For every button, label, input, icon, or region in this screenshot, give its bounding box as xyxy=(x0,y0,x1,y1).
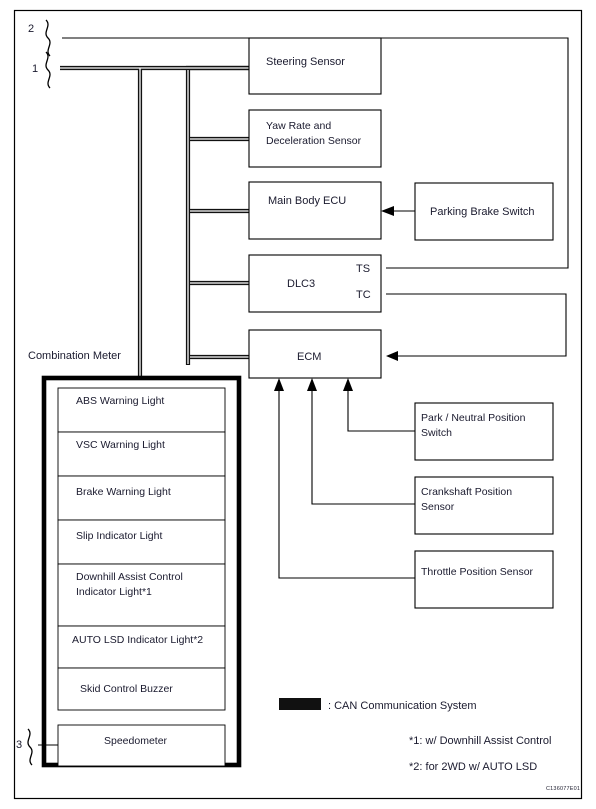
label-speedometer: Speedometer xyxy=(104,735,168,747)
label-downhill-assist-line2: Indicator Light*1 xyxy=(76,586,152,598)
box-throttle-position-sensor[interactable] xyxy=(414,550,554,609)
arrowhead-crankshaft xyxy=(307,378,317,391)
signal-line-park-neutral xyxy=(347,390,415,432)
ref-number-3: 3 xyxy=(16,739,22,751)
arrowhead-throttle xyxy=(274,378,284,391)
arrowhead-park-neutral xyxy=(343,378,353,391)
box-main-body-ecu[interactable] xyxy=(248,181,382,240)
diagram-canvas: 2 1 3 Steering Sensor Yaw Rate and Decel… xyxy=(13,9,583,800)
label-abs-warning-light: ABS Warning Light xyxy=(76,395,164,407)
legend-note-1: *1: w/ Downhill Assist Control xyxy=(409,735,551,747)
label-auto-lsd-light: AUTO LSD Indicator Light*2 xyxy=(72,634,203,646)
terminal-ts: TS xyxy=(356,263,370,275)
legend-can-swatch xyxy=(279,698,321,710)
signal-line-crankshaft xyxy=(311,390,415,505)
terminal-tc: TC xyxy=(356,289,371,301)
label-throttle-position-sensor: Throttle Position Sensor xyxy=(421,566,534,578)
label-main-body-ecu: Main Body ECU xyxy=(268,195,346,207)
label-dlc3: DLC3 xyxy=(287,278,315,290)
label-downhill-assist-line1: Downhill Assist Control xyxy=(76,571,183,583)
label-vsc-warning-light: VSC Warning Light xyxy=(76,439,165,451)
ref-number-1: 1 xyxy=(32,63,38,75)
legend-can-label: : CAN Communication System xyxy=(328,700,477,712)
signal-line-throttle xyxy=(278,390,415,579)
label-parking-brake-switch: Parking Brake Switch xyxy=(430,206,535,218)
break-symbol-2 xyxy=(45,19,51,57)
legend-note-2: *2: for 2WD w/ AUTO LSD xyxy=(409,761,537,773)
break-symbols xyxy=(27,19,51,766)
label-skid-control-buzzer: Skid Control Buzzer xyxy=(80,683,173,695)
combination-meter-caption: Combination Meter xyxy=(28,350,121,362)
cell-brake-warning-light[interactable] xyxy=(57,475,226,521)
break-symbol-3 xyxy=(27,728,33,766)
label-brake-warning-light: Brake Warning Light xyxy=(76,486,171,498)
cell-slip-indicator-light[interactable] xyxy=(57,519,226,565)
break-symbol-1 xyxy=(45,51,51,89)
label-yaw-rate-sensor-line2: Deceleration Sensor xyxy=(266,135,362,147)
signal-line-tc xyxy=(386,293,567,357)
label-yaw-rate-sensor-line1: Yaw Rate and xyxy=(266,120,331,132)
ref-number-2: 2 xyxy=(28,23,34,35)
arrowhead-parking-brake xyxy=(381,206,394,216)
can-block-diagram: 2 1 3 Steering Sensor Yaw Rate and Decel… xyxy=(0,0,596,809)
label-park-neutral-line2: Switch xyxy=(421,427,452,439)
arrowhead-tc-ecm xyxy=(386,351,398,361)
label-park-neutral-line1: Park / Neutral Position xyxy=(421,412,526,424)
cell-auto-lsd-light[interactable] xyxy=(57,625,226,669)
figure-code: C136077E01 xyxy=(546,786,580,792)
label-crankshaft-line1: Crankshaft Position xyxy=(421,486,512,498)
can-bus-network xyxy=(60,65,250,380)
label-steering-sensor: Steering Sensor xyxy=(266,56,345,68)
label-crankshaft-line2: Sensor xyxy=(421,501,455,513)
label-ecm: ECM xyxy=(297,351,321,363)
label-slip-indicator-light: Slip Indicator Light xyxy=(76,530,162,542)
